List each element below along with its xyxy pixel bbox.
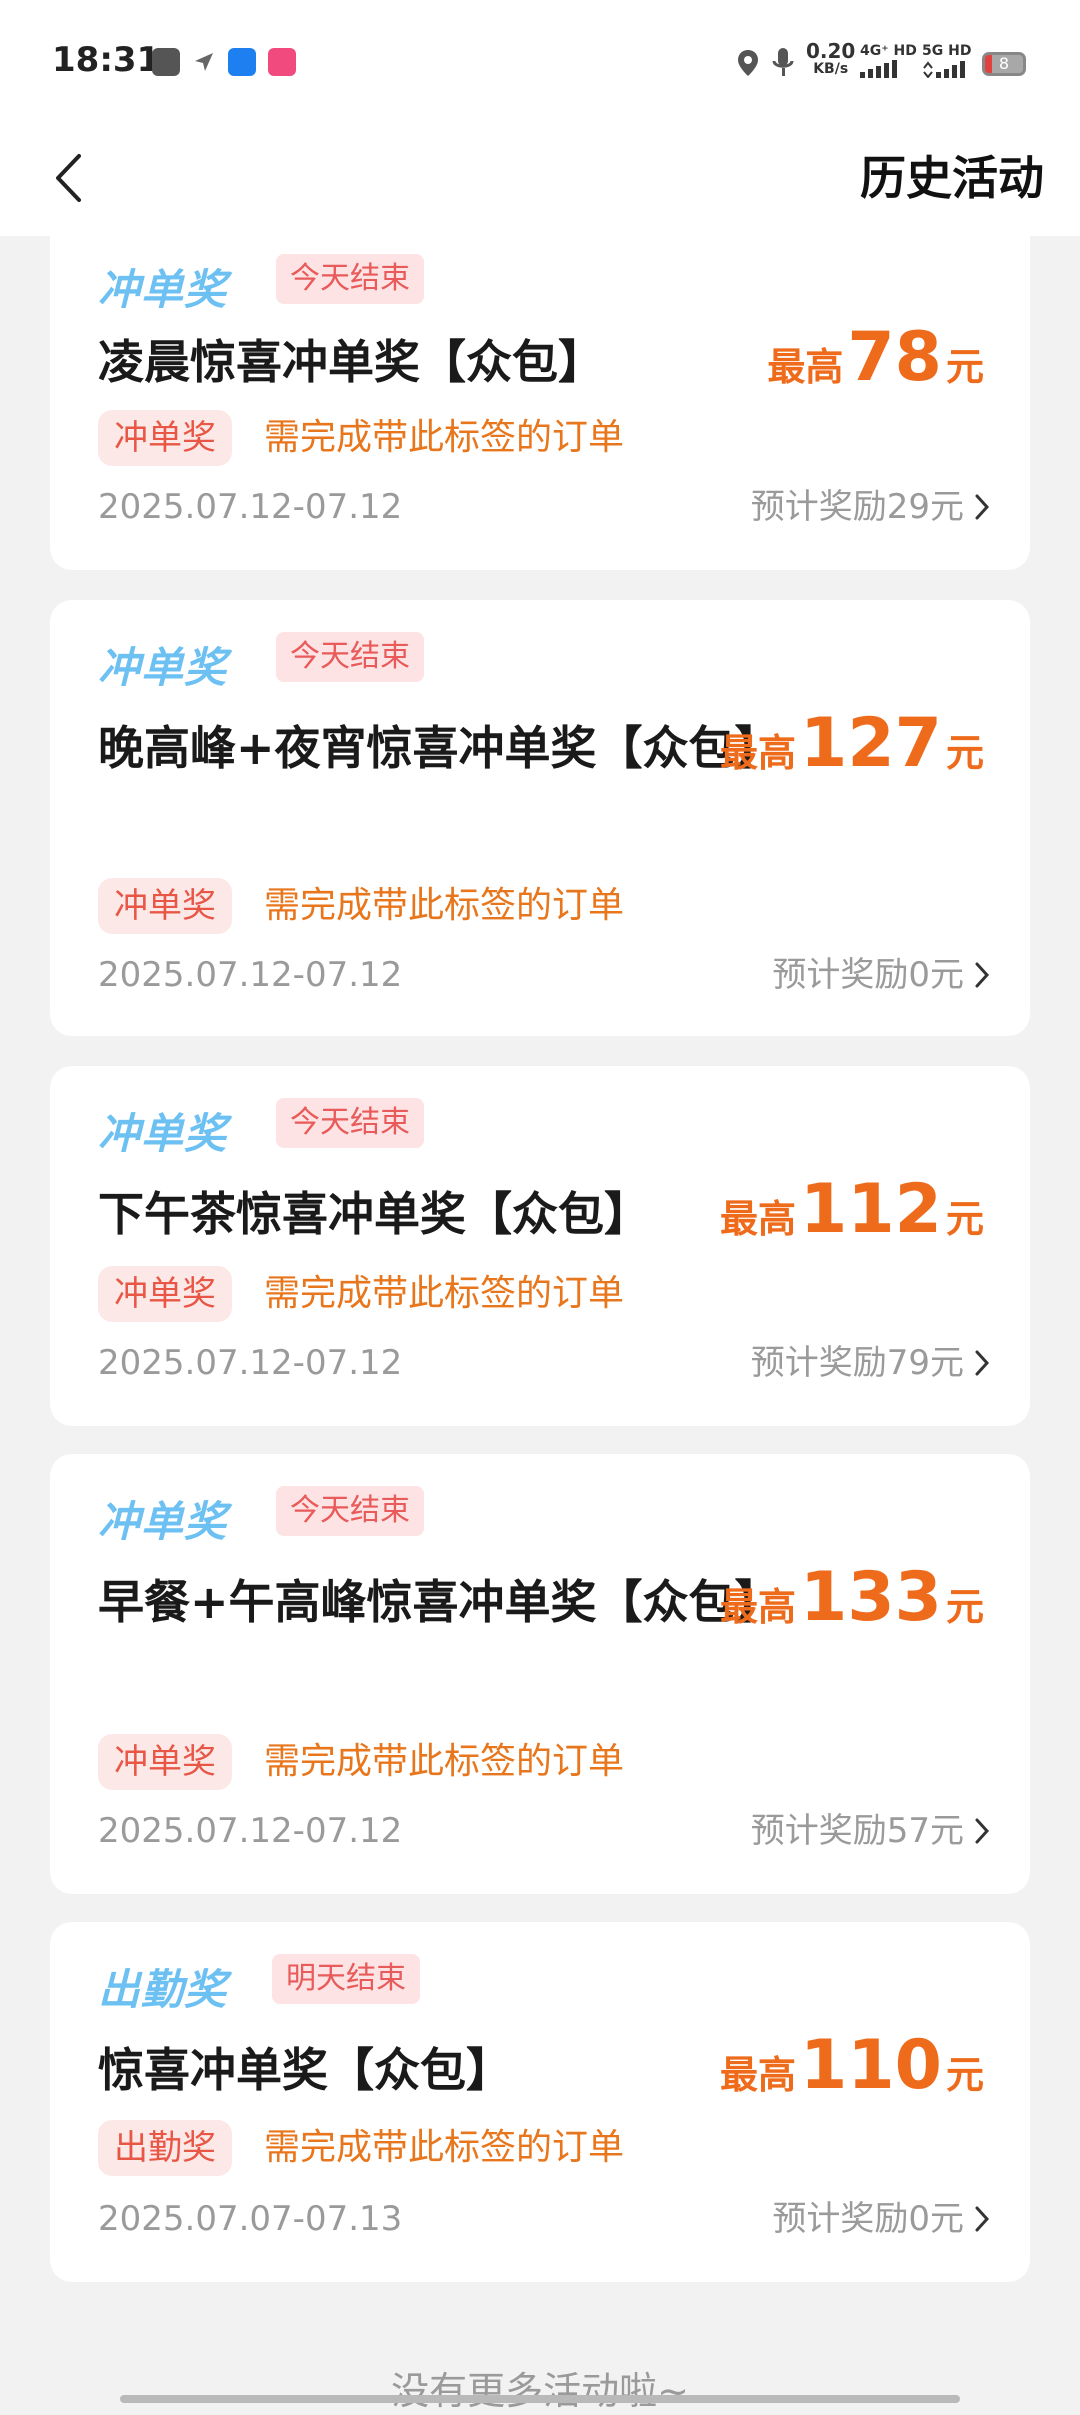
chevron-left-icon <box>56 154 81 202</box>
net-speed: 0.20 KB/s <box>806 39 856 77</box>
activity-type-logo: 出勤奖 <box>98 1965 228 2014</box>
signal-4g: 4G⁺ HD <box>860 42 917 83</box>
requirement-text: 需完成带此标签的订单 <box>264 2127 625 2168</box>
activity-card[interactable]: 冲单奖 今天结束 早餐+午高峰惊喜冲单奖【众包】 最高133 元 冲单奖 需完成带… <box>50 1454 1030 1894</box>
activity-type-logo: 冲单奖 <box>98 643 228 692</box>
chevron-right-icon <box>975 962 990 988</box>
end-status-badge: 今天结束 <box>276 254 424 304</box>
activity-title: 早餐+午高峰惊喜冲单奖【众包】 <box>98 1575 781 1629</box>
activity-date: 2025.07.12-07.12 <box>98 487 403 527</box>
notification-app-icon <box>152 48 180 76</box>
location-icon <box>736 48 760 82</box>
chevron-right-icon <box>975 1350 990 1376</box>
chevron-right-icon <box>975 1818 990 1844</box>
activity-date: 2025.07.12-07.12 <box>98 1811 403 1851</box>
order-tag-chip: 冲单奖 <box>98 1734 232 1790</box>
end-status-badge: 今天结束 <box>276 1486 424 1536</box>
requirement-text: 需完成带此标签的订单 <box>264 1741 625 1782</box>
max-reward: 最高127 元 <box>720 704 984 783</box>
activity-type-logo: 冲单奖 <box>98 265 228 314</box>
activity-date: 2025.07.12-07.12 <box>98 955 403 995</box>
activity-date: 2025.07.12-07.12 <box>98 1343 403 1383</box>
activity-title: 惊喜冲单奖【众包】 <box>98 2043 512 2097</box>
activity-card[interactable]: 冲单奖 今天结束 晚高峰+夜宵惊喜冲单奖【众包】 最高127 元 冲单奖 需完成带… <box>50 600 1030 1036</box>
estimated-reward-link[interactable]: 预计奖励79元 <box>751 1338 990 1388</box>
requirement-text: 需完成带此标签的订单 <box>264 885 625 926</box>
max-reward: 最高112 元 <box>720 1170 984 1249</box>
activity-type-logo: 冲单奖 <box>98 1497 228 1546</box>
activity-date: 2025.07.07-07.13 <box>98 2199 403 2239</box>
order-tag-chip: 冲单奖 <box>98 410 232 466</box>
activity-title: 凌晨惊喜冲单奖【众包】 <box>98 335 604 389</box>
signal-bars-icon <box>860 60 897 78</box>
requirement-text: 需完成带此标签的订单 <box>264 1273 625 1314</box>
notification-app-icon-blue <box>228 48 256 76</box>
end-status-badge: 明天结束 <box>272 1954 420 2004</box>
chevron-right-icon <box>975 494 990 520</box>
activity-title: 晚高峰+夜宵惊喜冲单奖【众包】 <box>98 721 781 775</box>
home-gesture-bar[interactable] <box>120 2395 960 2403</box>
battery-icon: 8 <box>982 52 1026 76</box>
activity-card[interactable]: 冲单奖 今天结束 下午茶惊喜冲单奖【众包】 最高112 元 冲单奖 需完成带此标签… <box>50 1066 1030 1426</box>
max-reward: 最高133 元 <box>720 1558 984 1637</box>
signal-5g: 5G HD <box>922 42 971 83</box>
order-tag-chip: 冲单奖 <box>98 1266 232 1322</box>
estimated-reward-link[interactable]: 预计奖励0元 <box>772 950 990 1000</box>
microphone-icon <box>772 46 794 82</box>
back-button[interactable] <box>40 138 96 218</box>
signal-bars-icon <box>923 61 965 79</box>
activity-card[interactable]: 冲单奖 今天结束 凌晨惊喜冲单奖【众包】 最高78 元 冲单奖 需完成带此标签的订… <box>50 236 1030 570</box>
order-tag-chip: 冲单奖 <box>98 878 232 934</box>
status-time: 18:31 <box>52 40 161 80</box>
page-title: 历史活动 <box>860 151 1044 205</box>
max-reward: 最高110 元 <box>720 2026 984 2105</box>
chevron-right-icon <box>975 2206 990 2232</box>
location-arrow-icon <box>192 50 216 78</box>
notification-app-icon-pink <box>268 48 296 76</box>
activity-type-logo: 冲单奖 <box>98 1109 228 1158</box>
end-status-badge: 今天结束 <box>276 632 424 682</box>
status-bar: 18:31 0.20 KB/s 4G⁺ HD 5G HD 8 <box>0 0 1080 120</box>
end-status-badge: 今天结束 <box>276 1098 424 1148</box>
activity-card[interactable]: 出勤奖 明天结束 惊喜冲单奖【众包】 最高110 元 出勤奖 需完成带此标签的订单… <box>50 1922 1030 2282</box>
estimated-reward-link[interactable]: 预计奖励0元 <box>772 2194 990 2244</box>
estimated-reward-link[interactable]: 预计奖励57元 <box>751 1806 990 1856</box>
activity-title: 下午茶惊喜冲单奖【众包】 <box>98 1187 650 1241</box>
estimated-reward-link[interactable]: 预计奖励29元 <box>751 482 990 532</box>
max-reward: 最高78 元 <box>767 318 984 397</box>
no-more-activities-text: 没有更多活动啦~ <box>391 2369 689 2413</box>
nav-header: 历史活动 <box>0 120 1080 236</box>
requirement-text: 需完成带此标签的订单 <box>264 417 625 458</box>
order-tag-chip: 出勤奖 <box>98 2120 232 2176</box>
